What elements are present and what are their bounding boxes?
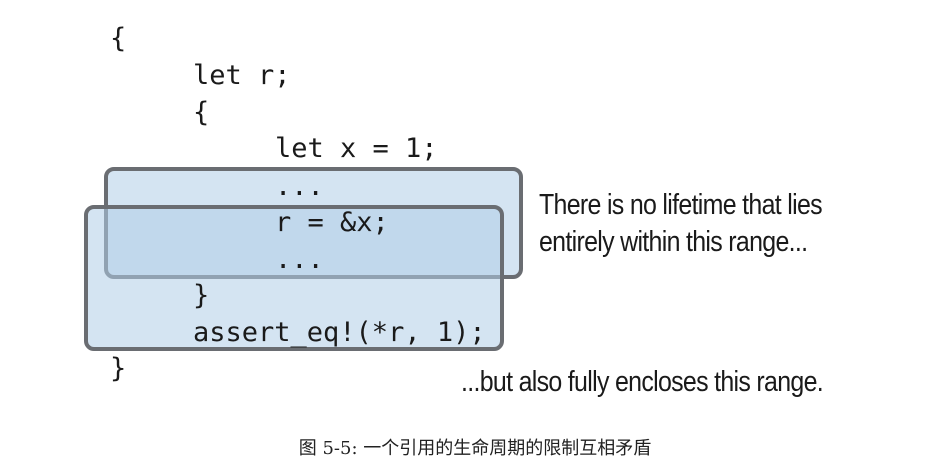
code-line-let-x: let x = 1; (275, 133, 438, 164)
code-line-inner-open-brace: { (193, 97, 210, 128)
upper-annotation-line-1: There is no lifetime that lies (539, 189, 823, 221)
figure: { let r; { let x = 1; ... r = &x; ... } … (0, 0, 950, 472)
upper-annotation-line-2: entirely within this range... (539, 226, 808, 258)
code-line-open-brace: { (110, 23, 127, 54)
code-line-inner-close-brace: } (193, 280, 210, 311)
code-line-ellipsis-1: ... (275, 171, 324, 202)
code-line-let-r: let r; (193, 60, 291, 91)
code-line-assert-eq: assert_eq!(*r, 1); (193, 317, 486, 348)
figure-caption: 图 5-5: 一个引用的生命周期的限制互相矛盾 (298, 438, 652, 459)
code-line-assign-r: r = &x; (275, 207, 389, 238)
code-line-ellipsis-2: ... (275, 244, 324, 275)
code-line-close-brace: } (110, 353, 127, 384)
lower-annotation: ...but also fully encloses this range. (461, 366, 824, 398)
